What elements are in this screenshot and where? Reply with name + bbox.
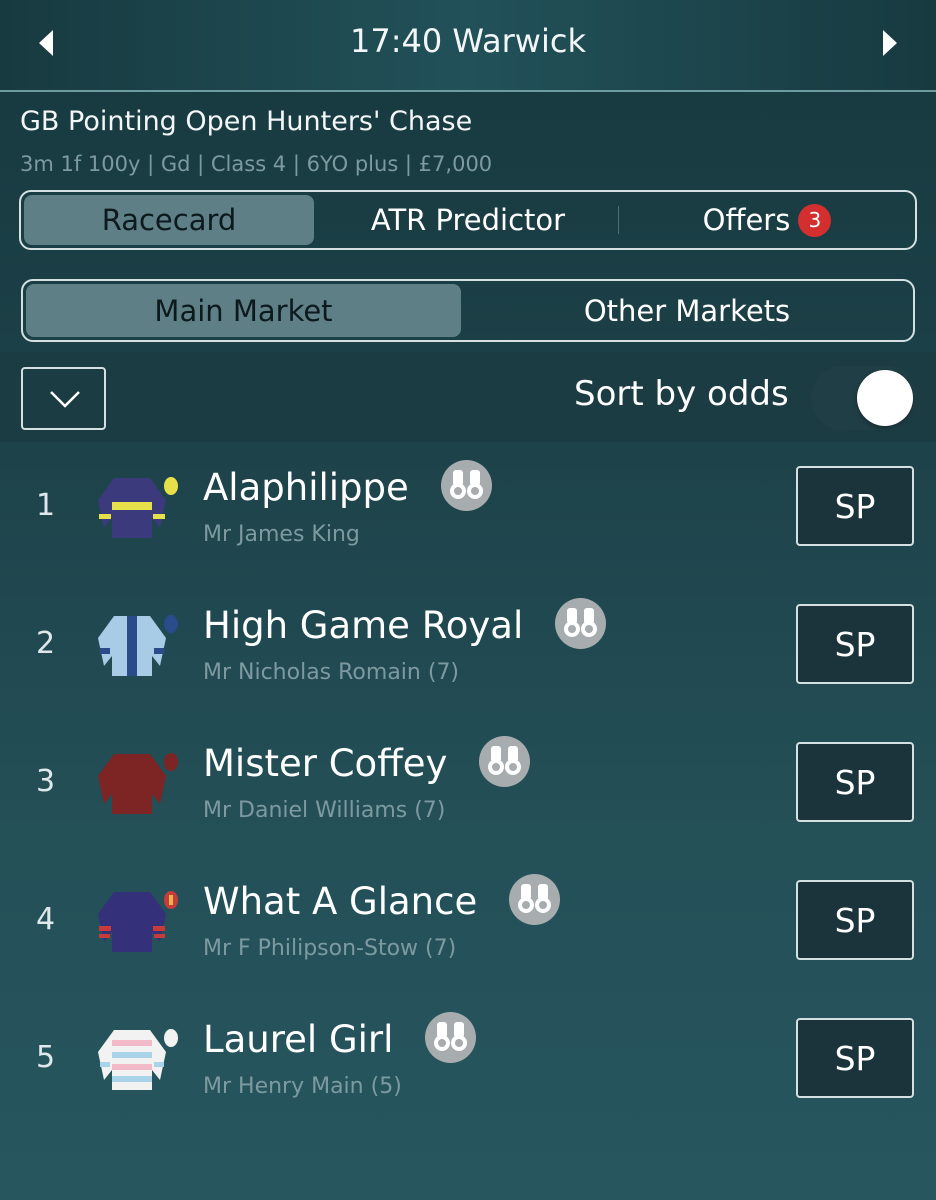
binoculars-icon[interactable] xyxy=(555,598,607,649)
runner-row[interactable]: 2 High Game Royal Mr Nicholas Romain (7)… xyxy=(0,598,936,746)
tab-other-markets[interactable]: Other Markets xyxy=(464,284,910,337)
odds-button[interactable]: SP xyxy=(796,466,914,546)
horse-name-text: Laurel Girl xyxy=(203,1018,394,1061)
horse-name[interactable]: Alaphilippe xyxy=(203,460,492,511)
horse-name-text: What A Glance xyxy=(203,880,478,923)
binoculars-icon[interactable] xyxy=(440,460,492,511)
toggle-knob xyxy=(857,370,913,426)
race-header: 17:40 Warwick xyxy=(0,0,936,92)
tab-main-market[interactable]: Main Market xyxy=(26,284,461,337)
race-time-title: 17:40 Warwick xyxy=(350,22,586,60)
binoculars-icon[interactable] xyxy=(425,1012,477,1063)
horse-name[interactable]: Mister Coffey xyxy=(203,736,531,787)
odds-button[interactable]: SP xyxy=(796,742,914,822)
horse-name-text: Mister Coffey xyxy=(203,742,448,785)
jockey-silks-icon xyxy=(98,1029,178,1090)
horse-name[interactable]: What A Glance xyxy=(203,874,560,925)
jockey-name: Mr Daniel Williams (7) xyxy=(203,798,446,823)
tab-divider xyxy=(618,206,619,234)
jockey-name: Mr James King xyxy=(203,522,360,547)
horse-name[interactable]: High Game Royal xyxy=(203,598,607,649)
tab-offers[interactable]: Offers 3 xyxy=(621,195,913,245)
binoculars-icon[interactable] xyxy=(509,874,560,925)
sort-by-odds-toggle[interactable] xyxy=(811,366,917,430)
market-tabs: Main Market Other Markets xyxy=(21,279,915,342)
tab-offers-label: Offers xyxy=(702,203,791,237)
next-race-arrow-icon[interactable] xyxy=(883,30,897,56)
runner-number: 5 xyxy=(36,1040,56,1075)
horse-name[interactable]: Laurel Girl xyxy=(203,1012,477,1063)
jockey-name: Mr Henry Main (5) xyxy=(203,1074,402,1099)
odds-button[interactable]: SP xyxy=(796,880,914,960)
runner-number: 2 xyxy=(36,626,56,661)
jockey-silks-icon xyxy=(98,891,178,952)
jockey-silks-icon xyxy=(98,477,178,538)
chevron-down-icon xyxy=(50,391,80,408)
runner-number: 1 xyxy=(36,488,56,523)
tab-racecard[interactable]: Racecard xyxy=(24,195,314,245)
horse-name-text: Alaphilippe xyxy=(203,466,409,509)
offers-count-badge: 3 xyxy=(798,203,832,237)
runner-row[interactable]: 1 Alaphilippe Mr James King SP xyxy=(0,460,936,608)
sort-toolbar xyxy=(0,352,936,442)
odds-button[interactable]: SP xyxy=(796,604,914,684)
runner-number: 3 xyxy=(36,764,56,799)
runner-number: 4 xyxy=(36,902,56,937)
jockey-name: Mr Nicholas Romain (7) xyxy=(203,660,460,685)
binoculars-icon[interactable] xyxy=(479,736,531,787)
expand-dropdown-button[interactable] xyxy=(21,367,106,430)
jockey-name: Mr F Philipson-Stow (7) xyxy=(203,936,457,961)
racecard-tabs: Racecard ATR Predictor Offers 3 xyxy=(19,190,917,250)
runner-row[interactable]: 3 Mister Coffey Mr Daniel Williams (7) S… xyxy=(0,736,936,884)
runner-row[interactable]: 4 What A Glance Mr F Philipson-Stow (7) … xyxy=(0,874,936,1022)
sort-by-odds-label: Sort by odds xyxy=(574,374,789,414)
race-details: 3m 1f 100y | Gd | Class 4 | 6YO plus | £… xyxy=(20,152,493,176)
jockey-silks-icon xyxy=(98,615,178,676)
jockey-silks-icon xyxy=(98,753,178,814)
odds-button[interactable]: SP xyxy=(796,1018,914,1098)
race-name: GB Pointing Open Hunters' Chase xyxy=(20,106,473,137)
runner-row[interactable]: 5 Laurel Girl Mr Henry Main (5) SP xyxy=(0,1012,936,1160)
horse-name-text: High Game Royal xyxy=(203,604,524,647)
tab-atr-predictor[interactable]: ATR Predictor xyxy=(318,195,618,245)
